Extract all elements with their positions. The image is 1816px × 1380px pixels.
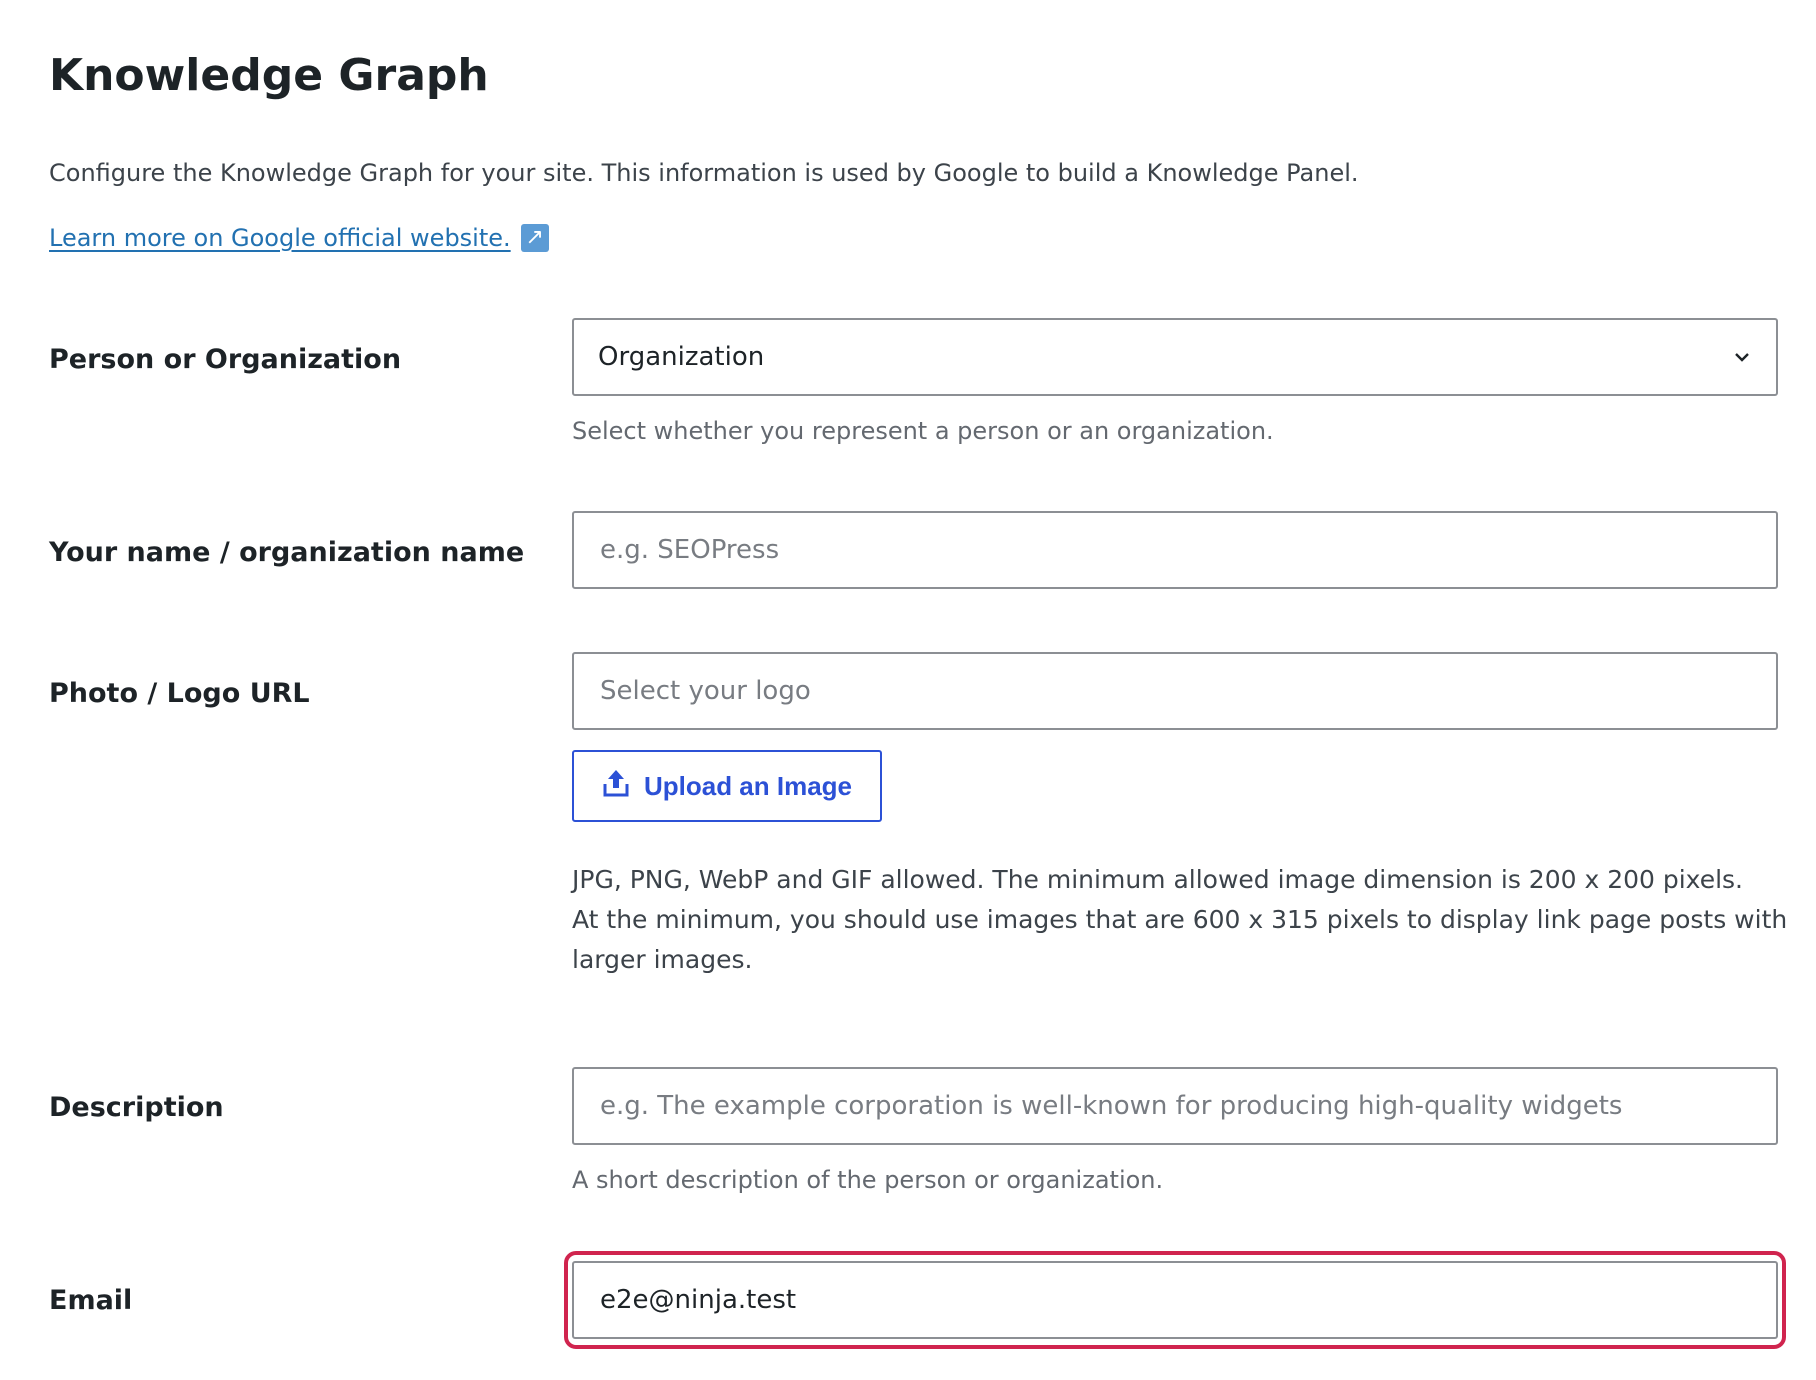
logo-label: Photo / Logo URL (49, 678, 310, 709)
logo-url-input[interactable] (572, 652, 1778, 730)
email-input[interactable] (572, 1261, 1778, 1339)
learn-more-row: Learn more on Google official website. ↗ (49, 220, 549, 256)
name-input[interactable] (572, 511, 1778, 589)
image-requirements-notice: JPG, PNG, WebP and GIF allowed. The mini… (572, 860, 1792, 980)
upload-icon (602, 768, 630, 805)
upload-image-label: Upload an Image (643, 770, 853, 801)
description-label: Description (49, 1092, 224, 1123)
name-label: Your name / organization name (49, 537, 525, 568)
knowledge-graph-settings: Knowledge Graph Configure the Knowledge … (0, 0, 1816, 1380)
image-notice-line-2: At the minimum, you should use images th… (572, 905, 1788, 974)
email-label: Email (49, 1285, 133, 1316)
description-input[interactable] (572, 1067, 1778, 1145)
image-notice-line-1: JPG, PNG, WebP and GIF allowed. The mini… (572, 865, 1744, 894)
learn-more-link[interactable]: Learn more on Google official website. (49, 220, 511, 256)
upload-image-button[interactable]: Upload an Image (572, 750, 882, 822)
person-org-help: Select whether you represent a person or… (572, 417, 1274, 445)
person-org-select[interactable]: Organization (572, 318, 1778, 396)
description-help: A short description of the person or org… (572, 1166, 1164, 1194)
chevron-down-icon (1732, 347, 1752, 367)
person-org-label: Person or Organization (49, 344, 402, 375)
external-link-icon[interactable]: ↗ (520, 224, 549, 252)
page-intro: Configure the Knowledge Graph for your s… (49, 159, 1359, 187)
page-title: Knowledge Graph (49, 50, 489, 101)
person-org-selected-value: Organization (598, 342, 765, 372)
